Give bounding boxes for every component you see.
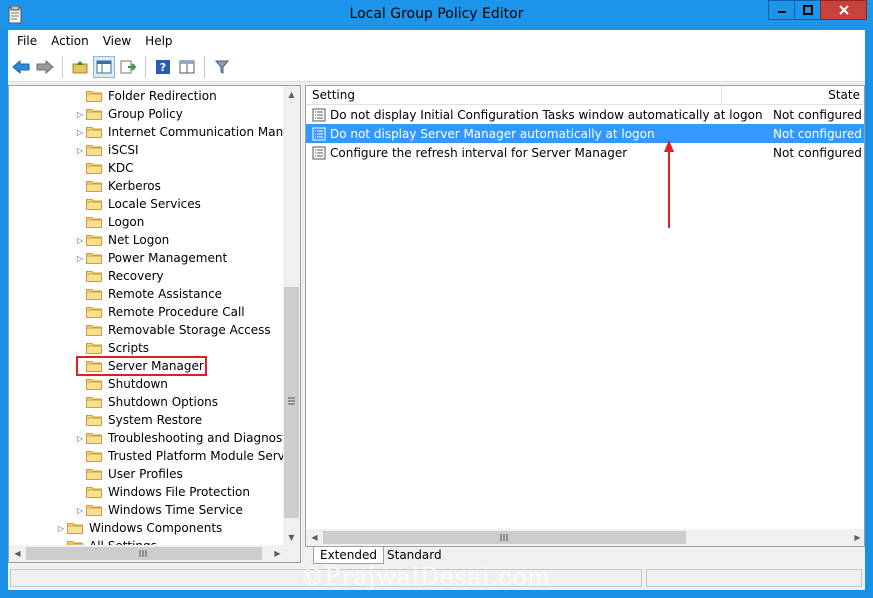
app-window: Local Group Policy Editor File Action Vi… [0, 0, 873, 598]
annotation-arrow [664, 140, 674, 228]
watermark-text: ©PrajwalDesai.com [300, 563, 551, 591]
